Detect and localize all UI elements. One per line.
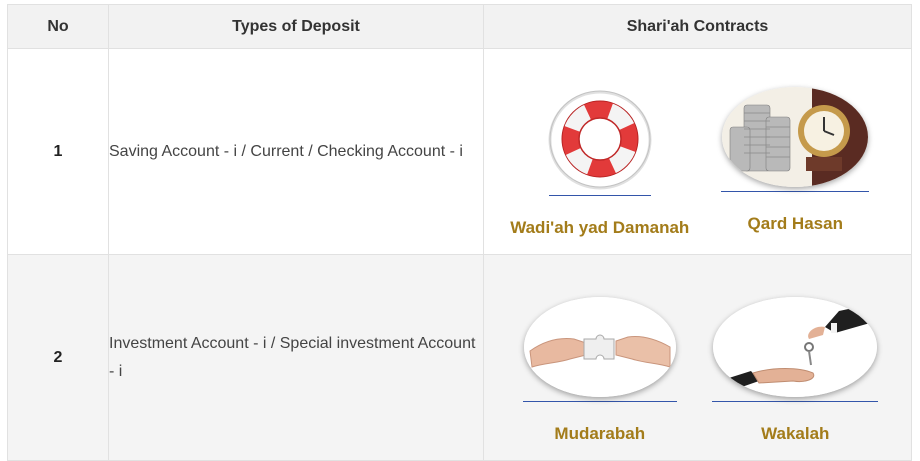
- key-handover-image[interactable]: [713, 297, 878, 397]
- contract-label: Mudarabah: [554, 424, 646, 443]
- table-header-row: No Types of Deposit Shari'ah Contracts: [7, 4, 912, 49]
- coins-clock-image[interactable]: [722, 87, 869, 187]
- deposit-contracts-table: No Types of Deposit Shari'ah Contracts 1…: [7, 4, 912, 461]
- image-underline: [721, 191, 870, 192]
- header-no: No: [7, 4, 109, 49]
- contracts-cell: Wadi'ah yad Damanah Qard Hasan: [483, 48, 912, 255]
- header-shariah-contracts: Shari'ah Contracts: [483, 4, 912, 49]
- row-number: 1: [7, 48, 109, 255]
- row-number: 2: [7, 254, 109, 461]
- contract-label: Wakalah: [761, 424, 830, 443]
- contract-wadiah[interactable]: Wadi'ah yad Damanah: [509, 87, 691, 238]
- header-types-of-deposit: Types of Deposit: [108, 4, 484, 49]
- image-underline: [712, 401, 879, 402]
- contracts-cell: Mudarabah Wakalah: [483, 254, 912, 461]
- puzzle-hands-image[interactable]: [523, 297, 676, 397]
- image-underline: [522, 401, 677, 402]
- contract-mudarabah[interactable]: Mudarabah: [509, 297, 691, 444]
- contract-label: Qard Hasan: [747, 214, 843, 233]
- table-row: 1 Saving Account - i / Current / Checkin…: [7, 48, 912, 255]
- contract-wakalah[interactable]: Wakalah: [704, 297, 886, 444]
- image-underline: [548, 195, 651, 196]
- lifebuoy-image[interactable]: [545, 87, 655, 191]
- deposit-type: Saving Account - i / Current / Checking …: [108, 48, 484, 255]
- contract-label: Wadi'ah yad Damanah: [510, 218, 690, 237]
- table-row: 2 Investment Account - i / Special inves…: [7, 254, 912, 461]
- contract-qard-hasan[interactable]: Qard Hasan: [704, 87, 886, 234]
- deposit-type: Investment Account - i / Special investm…: [108, 254, 484, 461]
